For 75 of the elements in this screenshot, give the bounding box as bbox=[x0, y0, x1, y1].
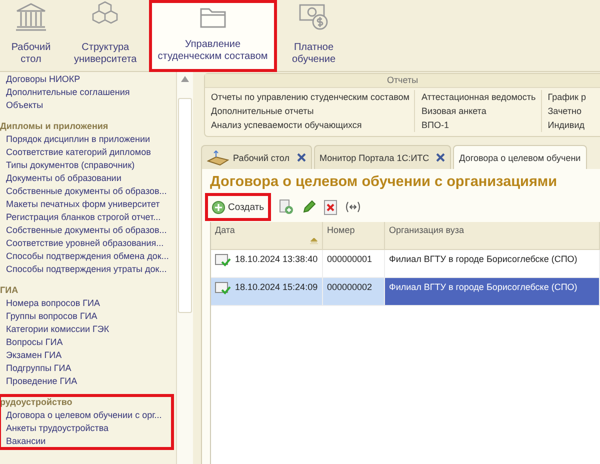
sidebar-item[interactable]: Способы подтверждения обмена док... bbox=[0, 250, 172, 263]
copy-document-icon bbox=[278, 199, 294, 215]
copy-button[interactable] bbox=[277, 198, 296, 216]
sidebar-item[interactable]: Договора о целевом обучении с орг... bbox=[0, 409, 172, 422]
report-link[interactable]: Индивид bbox=[548, 118, 586, 132]
sidebar-item[interactable]: Подгруппы ГИА bbox=[0, 362, 172, 375]
group-heading: ГИА bbox=[0, 284, 20, 297]
bank-building-icon bbox=[14, 2, 48, 32]
sidebar-item[interactable]: Макеты печатных форм университет bbox=[0, 198, 172, 211]
tab-label: Монитор Портала 1С:ИТС bbox=[320, 152, 430, 162]
tab-label: Рабочий стол bbox=[233, 152, 290, 162]
tab[interactable]: Договора о целевом обучени bbox=[453, 145, 587, 169]
sidebar-item[interactable]: Соответствие уровней образования... bbox=[0, 237, 172, 250]
column-header[interactable]: Номер bbox=[323, 222, 385, 250]
table-cell: 18.10.2024 15:24:09 bbox=[211, 278, 323, 306]
table-cell: Филиал ВГТУ в городе Борисоглебске (СПО) bbox=[385, 250, 600, 278]
form-title: Договора о целевом обучении с организациями bbox=[209, 173, 558, 190]
report-link[interactable]: Анализ успеваемости обучающихся bbox=[211, 118, 410, 132]
sidebar-item[interactable]: Анкеты трудоустройства bbox=[0, 422, 172, 435]
document-check-icon bbox=[215, 282, 231, 295]
sidebar-item[interactable]: Вопросы ГИА bbox=[0, 336, 172, 349]
column-header[interactable]: Дата bbox=[211, 222, 323, 250]
sidebar-item[interactable]: Экзамен ГИА bbox=[0, 349, 172, 362]
report-link[interactable]: Аттестационная ведомость bbox=[421, 90, 536, 104]
sidebar-item[interactable]: Порядок дисциплин в приложении bbox=[0, 133, 172, 146]
table-cell: Филиал ВГТУ в городе Борисоглебске (СПО) bbox=[385, 278, 600, 306]
sidebar-item[interactable]: Документы об образовании bbox=[0, 172, 172, 185]
sidebar-item[interactable]: Соответствие категорий дипломов bbox=[0, 146, 172, 159]
report-link[interactable]: Дополнительные отчеты bbox=[211, 104, 410, 118]
document-check-icon bbox=[215, 254, 231, 267]
group-heading: Дипломы и приложения bbox=[0, 120, 110, 133]
scroll-up-icon[interactable] bbox=[181, 76, 189, 82]
report-link[interactable]: График р bbox=[548, 90, 586, 104]
report-link[interactable]: Зачетно bbox=[548, 104, 586, 118]
sidebar-item[interactable]: Договоры НИОКР bbox=[0, 73, 172, 86]
close-icon[interactable] bbox=[296, 153, 306, 162]
table-cell: 18.10.2024 13:38:40 bbox=[211, 250, 323, 278]
sidebar-item[interactable]: Собственные документы об образов... bbox=[0, 185, 172, 198]
section-button[interactable]: Платное обучение bbox=[282, 0, 345, 72]
tab-label: Договора о целевом обучени bbox=[459, 152, 581, 162]
scrollbar[interactable] bbox=[176, 72, 193, 464]
sidebar-item[interactable]: Способы подтверждения утраты док... bbox=[0, 263, 172, 276]
sidebar-item[interactable]: Собственные документы об образов... bbox=[0, 224, 172, 237]
sidebar-item[interactable]: Типы документов (справочник) bbox=[0, 159, 172, 172]
tab[interactable]: Монитор Портала 1С:ИТС bbox=[314, 145, 452, 169]
sidebar-item[interactable]: Регистрация бланков строгой отчет... bbox=[0, 211, 172, 224]
panel-title: Отчеты bbox=[205, 74, 600, 88]
sidebar-item[interactable]: Объекты bbox=[0, 99, 172, 112]
edit-button[interactable] bbox=[301, 199, 318, 215]
table-cell: 000000002 bbox=[323, 278, 385, 306]
create-button[interactable]: Создать bbox=[205, 193, 272, 221]
table-cell: 000000001 bbox=[323, 250, 385, 278]
sidebar-item[interactable]: Проведение ГИА bbox=[0, 375, 172, 388]
delete-button[interactable] bbox=[323, 198, 338, 216]
sidebar-item[interactable]: Номера вопросов ГИА bbox=[0, 297, 172, 310]
section-button[interactable]: Управление студенческим составом bbox=[148, 0, 277, 72]
report-link[interactable]: Визовая анкета bbox=[421, 104, 536, 118]
close-icon[interactable] bbox=[436, 153, 446, 162]
section-button[interactable]: Структура университета bbox=[68, 0, 143, 72]
group-heading: рудоустройство bbox=[0, 396, 74, 409]
sidebar-item[interactable]: Категории комиссии ГЭК bbox=[0, 323, 172, 336]
link-arrows-icon bbox=[345, 201, 362, 213]
sidebar-item[interactable]: Вакансии bbox=[0, 435, 172, 448]
link-button[interactable] bbox=[344, 200, 362, 214]
delete-icon bbox=[324, 200, 338, 214]
tab[interactable]: Рабочий стол bbox=[201, 145, 312, 169]
section-button[interactable]: Рабочий стол bbox=[0, 0, 62, 72]
column-header[interactable]: Организация вуза bbox=[385, 222, 600, 250]
report-link[interactable]: ВПО-1 bbox=[421, 118, 536, 132]
scroll-thumb[interactable] bbox=[178, 98, 192, 313]
report-link[interactable]: Отчеты по управлению студенческим составом bbox=[211, 90, 410, 104]
sidebar-item[interactable]: Дополнительные соглашения bbox=[0, 86, 172, 99]
sidebar-item[interactable]: Группы вопросов ГИА bbox=[0, 310, 172, 323]
pencil-icon bbox=[302, 200, 316, 214]
plus-circle-icon bbox=[212, 200, 225, 214]
